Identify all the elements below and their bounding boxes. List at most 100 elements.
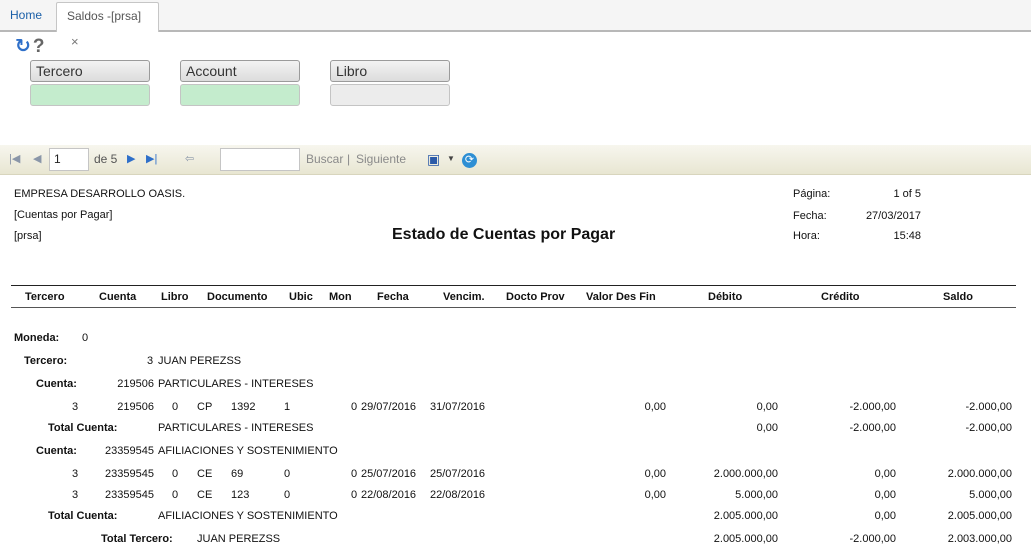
total-cuenta-debito: 2.005.000,00 [713,510,778,522]
cell-ubic: 1 [284,401,291,413]
cell-fecha: 25/07/2016 [361,468,417,480]
cell-credito: 0,00 [874,468,896,480]
total-cuenta-credito: 0,00 [874,510,896,522]
export-icon[interactable]: ▣ [427,145,440,175]
cell-fecha: 29/07/2016 [361,401,417,413]
page-value: 1 of 5 [893,188,921,200]
cell-vencim: 31/07/2016 [430,401,486,413]
page-count: de 5 [94,152,118,166]
tab-bar: Home Saldos -[prsa] × [0,0,1031,49]
filter-tercero: Tercero [30,60,150,106]
cell-mon: 0 [351,489,358,501]
col-fecha: Fecha [377,291,409,303]
cell-valor: 0,00 [644,489,666,501]
page-number-input[interactable]: 1 [49,148,89,171]
col-cuenta: Cuenta [99,291,137,303]
filter-tercero-input[interactable] [30,84,150,106]
report-subtitle: [Cuentas por Pagar] [14,209,113,221]
filter-account-input[interactable] [180,84,300,106]
prev-page-icon[interactable]: ◀ [33,145,41,175]
date-label: Fecha: [793,210,827,222]
cell-valor: 0,00 [644,468,666,480]
cell-tercero: 3 [72,468,79,480]
find-link[interactable]: Buscar [306,145,343,175]
cell-cuenta: 23359545 [105,489,154,501]
cell-libro: 0 [172,401,179,413]
cell-tercero: 3 [72,401,79,413]
cell-cuenta: 23359545 [105,468,154,480]
cell-credito: 0,00 [874,489,896,501]
find-next-link[interactable]: Siguiente [356,145,406,175]
total-tercero-label: Total Tercero: [101,533,173,545]
cell-doc-type: CE [197,489,213,501]
cuenta-name: PARTICULARES - INTERESES [158,378,314,390]
refresh-icon[interactable]: ↻ [15,37,31,57]
total-tercero-debito: 2.005.000,00 [713,533,778,545]
cell-debito: 2.000.000,00 [713,468,778,480]
cell-cuenta: 219506 [117,401,154,413]
back-icon[interactable]: ⇦ [185,145,194,175]
cell-debito: 5.000,00 [735,489,778,501]
total-tercero-name: JUAN PEREZSS [197,533,281,545]
cell-fecha: 22/08/2016 [361,489,417,501]
date-value: 27/03/2017 [865,210,921,222]
cell-debito: 0,00 [756,401,778,413]
cuenta-label: Cuenta: [36,445,77,457]
export-dropdown-icon[interactable]: ▼ [447,145,455,175]
total-cuenta-debito: 0,00 [756,422,778,434]
col-credito: Crédito [821,291,860,303]
total-tercero-saldo: 2.003.000,00 [947,533,1012,545]
cell-doc-num: 123 [231,489,250,501]
cuenta-number: 219506 [117,378,154,390]
tab-saldos[interactable]: Saldos -[prsa] × [56,2,159,49]
cuenta-name: AFILIACIONES Y SOSTENIMIENTO [158,445,338,457]
last-page-icon[interactable]: ▶| [146,145,157,175]
filter-tercero-label[interactable]: Tercero [30,60,150,82]
sync-icon[interactable]: ⟳ [462,153,477,168]
filter-account: Account [180,60,300,106]
filter-libro-label[interactable]: Libro [330,60,450,82]
cell-doc-num: 1392 [231,401,256,413]
filter-libro-input[interactable] [330,84,450,106]
form-tools: ↻? [15,37,45,57]
col-tercero: Tercero [25,291,65,303]
report-user: [prsa] [14,230,42,242]
cell-doc-num: 69 [231,468,244,480]
find-separator: | [347,152,351,166]
search-input[interactable] [220,148,300,171]
cell-ubic: 0 [284,468,291,480]
col-docto-prov: Docto Prov [506,291,565,303]
cell-credito: -2.000,00 [849,401,896,413]
filter-account-label[interactable]: Account [180,60,300,82]
total-tercero-credito: -2.000,00 [849,533,896,545]
report-title: Estado de Cuentas por Pagar [392,226,616,243]
filter-libro: Libro [330,60,450,106]
currency-value: 0 [82,332,89,344]
header-bottom-rule [11,307,1016,308]
total-cuenta-name: AFILIACIONES Y SOSTENIMIENTO [158,510,338,522]
col-saldo: Saldo [943,291,973,303]
total-cuenta-credito: -2.000,00 [849,422,896,434]
total-cuenta-saldo: 2.005.000,00 [947,510,1012,522]
company-name: EMPRESA DESARROLLO OASIS. [14,188,186,200]
total-cuenta-saldo: -2.000,00 [965,422,1012,434]
next-page-icon[interactable]: ▶ [127,145,135,175]
col-libro: Libro [161,291,189,303]
close-icon[interactable]: × [71,34,79,49]
first-page-icon[interactable]: |◀ [9,145,20,175]
col-debito: Débito [708,291,743,303]
cell-ubic: 0 [284,489,291,501]
col-vencim: Vencim. [443,291,485,303]
col-valor-des-fin: Valor Des Fin [586,291,656,303]
col-mon: Mon [329,291,352,303]
tab-home[interactable]: Home [0,2,52,30]
total-cuenta-name: PARTICULARES - INTERESES [158,422,314,434]
cell-mon: 0 [351,468,358,480]
help-icon[interactable]: ? [33,37,45,57]
cell-saldo: 2.000.000,00 [947,468,1012,480]
tercero-name: JUAN PEREZSS [158,355,242,367]
total-cuenta-label: Total Cuenta: [48,510,118,522]
col-documento: Documento [207,291,268,303]
cell-libro: 0 [172,468,179,480]
cell-saldo: 5.000,00 [969,489,1012,501]
